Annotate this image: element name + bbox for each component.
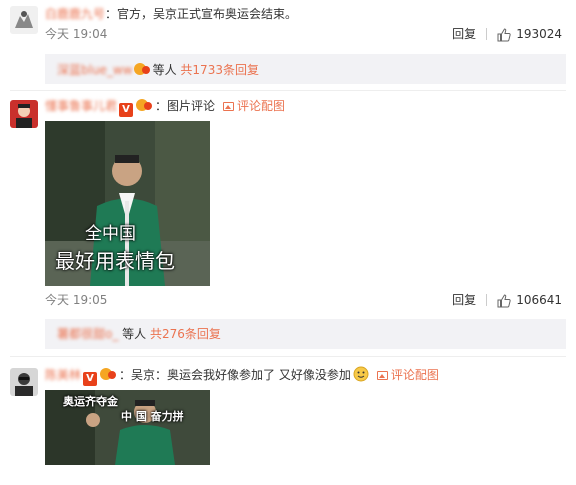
replies-summary[interactable]: 薯都很甜o_ 等人 共276条回复 — [45, 319, 566, 349]
comment-text: ：吴京：奥运会我好像参加了 又好像没参加 — [119, 368, 351, 382]
replies-summary[interactable]: 深蓝blue_ww 等人 共1733条回复 — [45, 54, 566, 84]
reply-count-link[interactable]: 共1733条回复 — [180, 63, 259, 77]
avatar[interactable] — [10, 6, 38, 34]
reply-username[interactable]: 深蓝blue_ww — [57, 63, 133, 77]
comment-actions: 回复 193024 — [452, 27, 562, 42]
like-button[interactable]: 106641 — [497, 293, 562, 308]
vip-badge-icon — [136, 99, 153, 111]
reply-middle-text: 等人 — [122, 327, 147, 341]
image-icon — [223, 102, 235, 111]
reply-middle-text: 等人 — [152, 63, 177, 77]
comment-image[interactable]: 奥运齐夺金 中 国 奋力拼 — [45, 390, 210, 465]
comment-feed: 白鹿鹿九号：官方，吴京正式宣布奥运会结束。 今天 19:04 回复 193024… — [0, 0, 576, 485]
avatar[interactable] — [10, 368, 38, 396]
like-count: 193024 — [516, 27, 562, 41]
thumbs-up-icon — [497, 27, 511, 41]
comment-item: 陈美林 V ：吴京：奥运会我好像参加了 又好像没参加 评论配图 奥运齐夺金 中 国 奋… — [0, 360, 576, 485]
username[interactable]: 白鹿鹿九号 — [45, 7, 105, 21]
divider — [10, 356, 566, 357]
divider — [10, 90, 566, 91]
vip-badge-icon — [133, 63, 150, 75]
comment-text: ：图片评论 — [155, 99, 216, 113]
comment-actions: 回复 106641 — [452, 293, 562, 308]
like-count: 106641 — [516, 293, 562, 307]
image-caption: 全中国 — [85, 224, 136, 244]
comment-image-link[interactable]: 评论配图 — [391, 368, 439, 382]
image-caption: 中 国 奋力拼 — [121, 410, 184, 423]
reply-button[interactable]: 回复 — [452, 293, 476, 307]
comment-image-link[interactable]: 评论配图 — [237, 99, 285, 113]
avatar[interactable] — [10, 100, 38, 128]
reply-button[interactable]: 回复 — [452, 27, 476, 41]
comment-body: 陈美林 V ：吴京：奥运会我好像参加了 又好像没参加 评论配图 — [45, 366, 439, 386]
v-badge-icon: V — [83, 372, 98, 386]
vip-badge-icon — [100, 368, 117, 380]
divider — [486, 294, 488, 307]
image-caption: 最好用表情包 — [55, 249, 175, 273]
username[interactable]: 陈美林 — [45, 368, 81, 382]
image-caption: 奥运齐夺金 — [63, 395, 118, 408]
comment-text: ：官方，吴京正式宣布奥运会结束。 — [105, 7, 298, 21]
comment-image[interactable]: 全中国 最好用表情包 — [45, 121, 210, 286]
username[interactable]: 懂事鲁事儿君 — [45, 99, 117, 113]
timestamp: 今天 19:05 — [45, 293, 108, 307]
comment-item: 懂事鲁事儿君 V ：图片评论 评论配图 全中国 最好用表情包 今天 19:05 回复 … — [0, 94, 576, 352]
comment-item: 白鹿鹿九号：官方，吴京正式宣布奥运会结束。 今天 19:04 回复 193024… — [0, 0, 576, 84]
comment-body: 懂事鲁事儿君 V ：图片评论 评论配图 — [45, 98, 285, 117]
reply-username[interactable]: 薯都很甜o_ — [57, 327, 118, 341]
scrollbar[interactable] — [572, 0, 576, 485]
reply-count-link[interactable]: 共276条回复 — [150, 327, 221, 341]
timestamp: 今天 19:04 — [45, 27, 108, 41]
divider — [486, 28, 488, 41]
v-badge-icon: V — [119, 103, 134, 117]
emoji-icon — [353, 366, 369, 382]
like-button[interactable]: 193024 — [497, 27, 562, 42]
thumbs-up-icon — [497, 293, 511, 307]
comment-body: 白鹿鹿九号：官方，吴京正式宣布奥运会结束。 — [45, 6, 297, 22]
image-icon — [376, 371, 388, 380]
